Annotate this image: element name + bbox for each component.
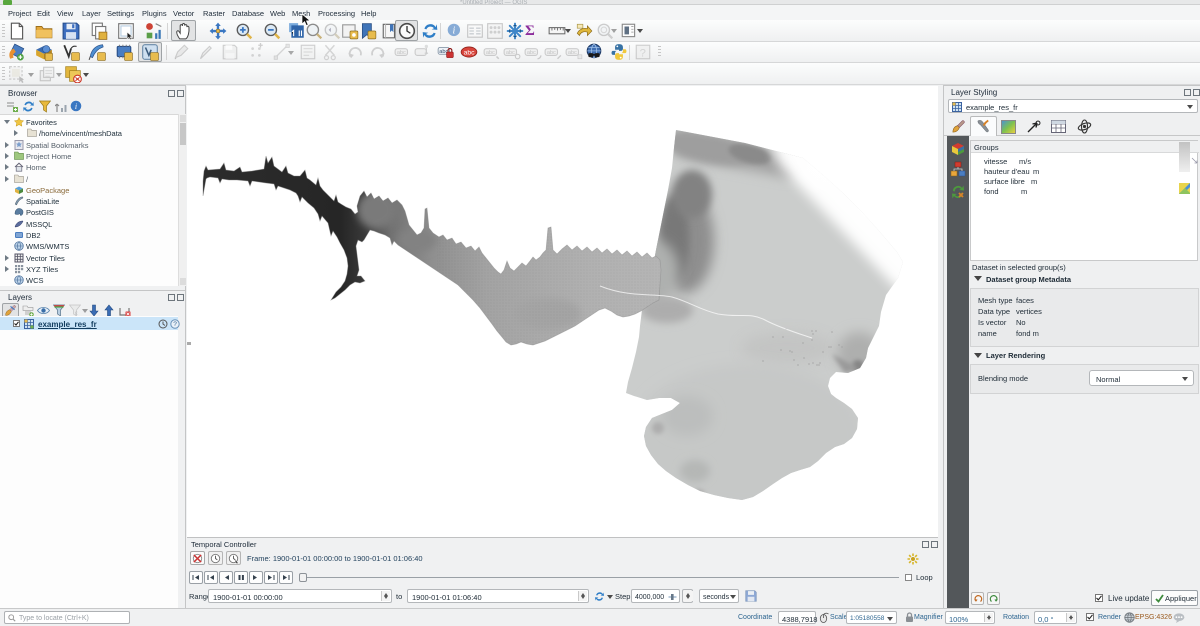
svg-text:abc: abc (568, 50, 577, 56)
svg-text:abc: abc (547, 50, 556, 56)
svg-text:i: i (75, 102, 77, 111)
svg-text:abc: abc (506, 50, 515, 56)
svg-text:i: i (452, 25, 455, 36)
svg-text:abc: abc (486, 50, 495, 56)
svg-text:abc: abc (527, 50, 536, 56)
svg-text:?: ? (640, 48, 646, 60)
svg-text:abc: abc (397, 50, 406, 56)
svg-text:abc: abc (464, 50, 476, 57)
svg-text:?: ? (173, 321, 177, 328)
